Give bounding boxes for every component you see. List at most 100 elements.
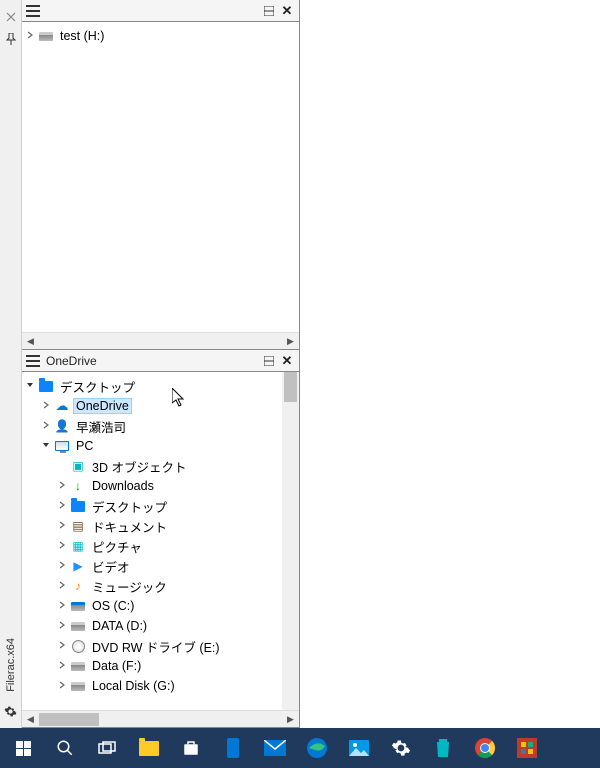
tree-item[interactable]: ↓Downloads xyxy=(24,476,281,496)
expander-icon[interactable] xyxy=(24,31,36,42)
scroll-right-icon[interactable]: ▶ xyxy=(282,333,299,350)
drive-icon xyxy=(70,678,86,694)
expander-icon[interactable] xyxy=(40,401,52,412)
scroll-left-icon[interactable]: ◀ xyxy=(22,711,39,728)
tree-item[interactable]: 👤早瀬浩司 xyxy=(24,416,281,436)
store-icon[interactable] xyxy=(170,728,212,768)
expander-icon[interactable] xyxy=(56,621,68,632)
tree-item-label: デスクトップ xyxy=(90,497,169,516)
bottom-h-scrollbar[interactable]: ◀ ▶ xyxy=(22,710,299,727)
tree-item[interactable]: OS (C:) xyxy=(24,596,281,616)
top-tree[interactable]: test (H:) xyxy=(22,22,299,50)
tree-item[interactable]: Data (F:) xyxy=(24,656,281,676)
tree-item[interactable]: ▦ピクチャ xyxy=(24,536,281,556)
tree-item[interactable]: Local Disk (G:) xyxy=(24,676,281,696)
tree-item[interactable]: ☁OneDrive xyxy=(24,396,281,416)
taskview-icon[interactable] xyxy=(86,728,128,768)
expander-icon[interactable] xyxy=(56,681,68,692)
tree-item-label: ドキュメント xyxy=(90,517,169,536)
scroll-track[interactable] xyxy=(39,711,282,727)
tree-item[interactable]: ♪ミュージック xyxy=(24,576,281,596)
tree-item[interactable]: DATA (D:) xyxy=(24,616,281,636)
taskbar xyxy=(0,728,600,768)
expander-icon[interactable] xyxy=(56,501,68,512)
scroll-thumb[interactable] xyxy=(39,713,99,726)
expander-icon[interactable] xyxy=(56,581,68,592)
minimize-pane-icon[interactable] xyxy=(261,353,277,369)
tree-item[interactable]: ▣3D オブジェクト xyxy=(24,456,281,476)
explorer-icon[interactable] xyxy=(128,728,170,768)
phone-icon[interactable] xyxy=(212,728,254,768)
tree-item-label: DVD RW ドライブ (E:) xyxy=(90,637,222,656)
expander-icon[interactable] xyxy=(56,481,68,492)
picture-icon: ▦ xyxy=(70,538,86,554)
top-pane-body: test (H:) xyxy=(22,22,299,332)
dvd-icon xyxy=(70,638,86,654)
drive-icon xyxy=(70,618,86,634)
start-button[interactable] xyxy=(2,728,44,768)
tree-item-label: DATA (D:) xyxy=(90,619,149,633)
top-h-scrollbar[interactable]: ◀ ▶ xyxy=(22,332,299,349)
bottom-v-scrollbar[interactable] xyxy=(282,372,299,710)
tree-item-label: ビデオ xyxy=(90,557,132,576)
tree-item-label: 早瀬浩司 xyxy=(74,417,128,436)
bottom-pane-title: OneDrive xyxy=(46,354,259,368)
tree-item-label: PC xyxy=(74,439,95,453)
minimize-pane-icon[interactable] xyxy=(261,3,277,19)
tree-item-label: Data (F:) xyxy=(90,659,143,673)
video-icon: ▶ xyxy=(70,558,86,574)
tree-item[interactable]: test (H:) xyxy=(24,26,297,46)
scroll-track[interactable] xyxy=(39,333,282,349)
panes-column: ✕ test (H:) ◀ ▶ OneDrive ✕ デスクトップ xyxy=(22,0,300,728)
tree-item[interactable]: ▶ビデオ xyxy=(24,556,281,576)
3d-icon: ▣ xyxy=(70,458,86,474)
expander-icon[interactable] xyxy=(40,441,52,452)
tree-item[interactable]: デスクトップ xyxy=(24,496,281,516)
tree-item-label: 3D オブジェクト xyxy=(90,457,188,476)
tree-item[interactable]: ▤ドキュメント xyxy=(24,516,281,536)
scroll-left-icon[interactable]: ◀ xyxy=(22,333,39,350)
tree-item-label: OS (C:) xyxy=(90,599,136,613)
drive-os-icon xyxy=(70,598,86,614)
tree-item[interactable]: DVD RW ドライブ (E:) xyxy=(24,636,281,656)
tree-item-label: ミュージック xyxy=(90,577,169,596)
pin-icon[interactable] xyxy=(4,32,18,46)
expander-icon[interactable] xyxy=(56,521,68,532)
hamburger-icon[interactable] xyxy=(26,5,40,17)
scroll-thumb[interactable] xyxy=(284,372,297,402)
tree-item[interactable]: デスクトップ xyxy=(24,376,281,396)
app-icon[interactable] xyxy=(506,728,548,768)
expander-icon[interactable] xyxy=(40,421,52,432)
settings-gear-icon[interactable] xyxy=(4,704,18,718)
settings-icon[interactable] xyxy=(380,728,422,768)
user-icon: 👤 xyxy=(54,418,70,434)
hamburger-icon[interactable] xyxy=(26,355,40,367)
drive-icon xyxy=(38,28,54,44)
close-pane-icon[interactable]: ✕ xyxy=(279,3,295,19)
empty-area xyxy=(300,0,600,728)
close-pane-icon[interactable]: ✕ xyxy=(279,353,295,369)
expander-icon[interactable] xyxy=(56,601,68,612)
expander-icon[interactable] xyxy=(56,661,68,672)
close-panel-icon[interactable] xyxy=(4,10,18,24)
drive-icon xyxy=(70,658,86,674)
expander-icon[interactable] xyxy=(56,561,68,572)
cloud-icon: ☁ xyxy=(54,398,70,414)
photos-icon[interactable] xyxy=(338,728,380,768)
scroll-right-icon[interactable]: ▶ xyxy=(282,711,299,728)
recycle-icon[interactable] xyxy=(422,728,464,768)
bottom-pane-header: OneDrive ✕ xyxy=(22,350,299,372)
mail-icon[interactable] xyxy=(254,728,296,768)
tree-item[interactable]: PC xyxy=(24,436,281,456)
chrome-icon[interactable] xyxy=(464,728,506,768)
expander-icon[interactable] xyxy=(56,541,68,552)
expander-icon[interactable] xyxy=(24,381,36,392)
search-icon[interactable] xyxy=(44,728,86,768)
app-name-vertical: Filerac.x64 xyxy=(5,638,17,692)
edge-icon[interactable] xyxy=(296,728,338,768)
monitor-icon xyxy=(54,438,70,454)
expander-icon[interactable] xyxy=(56,641,68,652)
bottom-tree[interactable]: デスクトップ☁OneDrive👤早瀬浩司PC▣3D オブジェクト↓Downloa… xyxy=(22,372,299,700)
tree-item-label: Local Disk (G:) xyxy=(90,679,177,693)
top-pane: ✕ test (H:) ◀ ▶ xyxy=(22,0,299,350)
